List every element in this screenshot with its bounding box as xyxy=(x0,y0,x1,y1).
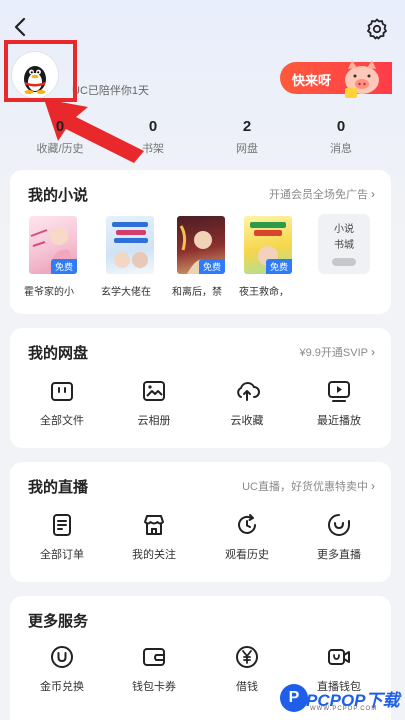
cloud-svip-link-label: ¥9.9开通SVIP xyxy=(299,347,368,359)
novel-title: 和离后，禁 xyxy=(172,287,222,298)
store-icon xyxy=(144,515,164,535)
cloud-favorites[interactable]: 云收藏 xyxy=(202,378,292,428)
service-wallet-coupons[interactable]: 钱包卡券 xyxy=(109,644,199,694)
novel-bookstore-button[interactable]: 小说 书城 xyxy=(318,214,370,274)
novel-cover: 免费 xyxy=(29,216,77,274)
live-card: 我的直播 UC直播，好货优惠特卖中 › 全部订单 我的关注 观看历史 更多直播 xyxy=(10,462,391,582)
service-coin-exchange[interactable]: 金币兑换 xyxy=(17,644,107,694)
grid-item-label: 全部订单 xyxy=(40,549,84,561)
photo-icon xyxy=(143,381,165,401)
chevron-right-icon: › xyxy=(371,187,375,201)
live-more[interactable]: 更多直播 xyxy=(294,512,384,562)
play-icon xyxy=(328,381,350,402)
novel-cover: 免费 xyxy=(244,216,292,274)
bookstore-label-2: 书城 xyxy=(334,240,354,251)
novel-item[interactable]: 免费 和离后，禁 xyxy=(172,216,236,298)
novel-title: 玄学大佬在 xyxy=(101,287,151,298)
grid-item-label: 云收藏 xyxy=(230,415,264,427)
bookstore-label-1: 小说 xyxy=(334,224,354,235)
live-history[interactable]: 观看历史 xyxy=(202,512,292,562)
novels-card-title: 我的小说 xyxy=(28,187,89,204)
back-icon[interactable] xyxy=(10,16,32,38)
services-card-title: 更多服务 xyxy=(28,613,89,630)
order-icon xyxy=(53,514,71,536)
stat-bookshelf[interactable]: 0 书架 xyxy=(113,118,193,156)
grid-item-label: 全部文件 xyxy=(40,415,84,427)
stat-favorites[interactable]: 0 收藏/历史 xyxy=(20,118,100,156)
novel-item[interactable]: 免费 夜王救命， xyxy=(239,216,303,298)
yen-icon xyxy=(236,646,258,668)
stat-label: 收藏/历史 xyxy=(36,143,84,155)
cloud-upload-icon xyxy=(237,382,260,401)
grid-item-label: 我的关注 xyxy=(132,549,176,561)
novel-cover xyxy=(106,216,154,274)
cloud-all-files[interactable]: 全部文件 xyxy=(17,378,107,428)
gear-icon[interactable] xyxy=(365,17,389,41)
stat-label: 网盘 xyxy=(236,143,258,155)
grid-item-label: 借钱 xyxy=(236,681,258,693)
cloud-svip-link[interactable]: ¥9.9开通SVIP › xyxy=(300,344,375,360)
stat-value: 0 xyxy=(148,118,158,135)
grid-item-label: 观看历史 xyxy=(225,549,269,561)
live-card-title: 我的直播 xyxy=(28,479,89,496)
cloud-recent-play[interactable]: 最近播放 xyxy=(294,378,384,428)
vip-promo-badge[interactable]: 快来呀 xyxy=(280,60,392,98)
vip-promo-label: 快来呀 xyxy=(292,73,332,88)
chevron-right-icon: › xyxy=(371,345,375,359)
novels-card: 我的小说 开通会员全场免广告 › 免费 霍爷家的小 玄学大佬在 免费 和离后，禁… xyxy=(10,170,391,314)
stat-label: 消息 xyxy=(330,143,352,155)
history-icon xyxy=(238,514,256,534)
coin-icon xyxy=(51,646,73,668)
live-wallet-icon xyxy=(328,649,350,665)
live-promo-link[interactable]: UC直播，好货优惠特卖中 › xyxy=(242,478,375,494)
novel-item[interactable]: 免费 霍爷家的小 xyxy=(24,216,88,298)
stat-value: 0 xyxy=(336,118,346,135)
service-borrow[interactable]: 借钱 xyxy=(202,644,292,694)
free-tag: 免费 xyxy=(50,259,77,274)
grid-item-label: 更多直播 xyxy=(317,549,361,561)
novels-vip-link-label: 开通会员全场免广告 xyxy=(269,189,368,201)
grid-item-label: 云相册 xyxy=(137,415,171,427)
stats-row: 0 收藏/历史 0 书架 2 网盘 0 消息 xyxy=(0,118,405,158)
live-promo-link-label: UC直播，好货优惠特卖中 xyxy=(242,481,368,493)
cloud-card-title: 我的网盘 xyxy=(28,345,89,362)
grid-item-label: 钱包卡券 xyxy=(132,681,176,693)
avatar-highlight-box xyxy=(4,40,77,102)
grid-item-label: 金币兑换 xyxy=(40,681,84,693)
free-tag: 免费 xyxy=(198,259,225,274)
wallet-icon xyxy=(143,648,165,666)
novel-cover: 免费 xyxy=(177,216,225,274)
chevron-right-icon: › xyxy=(371,479,375,493)
grid-item-label: 最近播放 xyxy=(317,415,361,427)
camera-icon xyxy=(328,514,350,536)
novel-item[interactable]: 玄学大佬在 xyxy=(101,216,165,298)
stat-label: 书架 xyxy=(142,143,164,155)
stat-value: 0 xyxy=(55,118,65,135)
bookstore-pill xyxy=(332,258,356,266)
novels-vip-link[interactable]: 开通会员全场免广告 › xyxy=(269,186,375,202)
pig-icon xyxy=(345,60,379,98)
stat-cloud-drive[interactable]: 2 网盘 xyxy=(207,118,287,156)
live-following[interactable]: 我的关注 xyxy=(109,512,199,562)
stat-value: 2 xyxy=(242,118,252,135)
watermark-url: WWW.PCPOP.COM xyxy=(310,706,378,712)
cloud-card: 我的网盘 ¥9.9开通SVIP › 全部文件 云相册 云收藏 最近播放 xyxy=(10,328,391,448)
cloud-album[interactable]: 云相册 xyxy=(109,378,199,428)
folder-icon xyxy=(51,382,73,401)
pcpop-watermark: P PCPOP下载 WWW.PCPOP.COM xyxy=(280,684,405,718)
novel-title: 霍爷家的小 xyxy=(24,287,74,298)
free-tag: 免费 xyxy=(265,259,292,274)
novel-cover-art xyxy=(112,222,148,268)
stat-messages[interactable]: 0 消息 xyxy=(301,118,381,156)
watermark-logo: P xyxy=(280,684,308,712)
live-all-orders[interactable]: 全部订单 xyxy=(17,512,107,562)
novel-title: 夜王救命， xyxy=(239,287,289,298)
